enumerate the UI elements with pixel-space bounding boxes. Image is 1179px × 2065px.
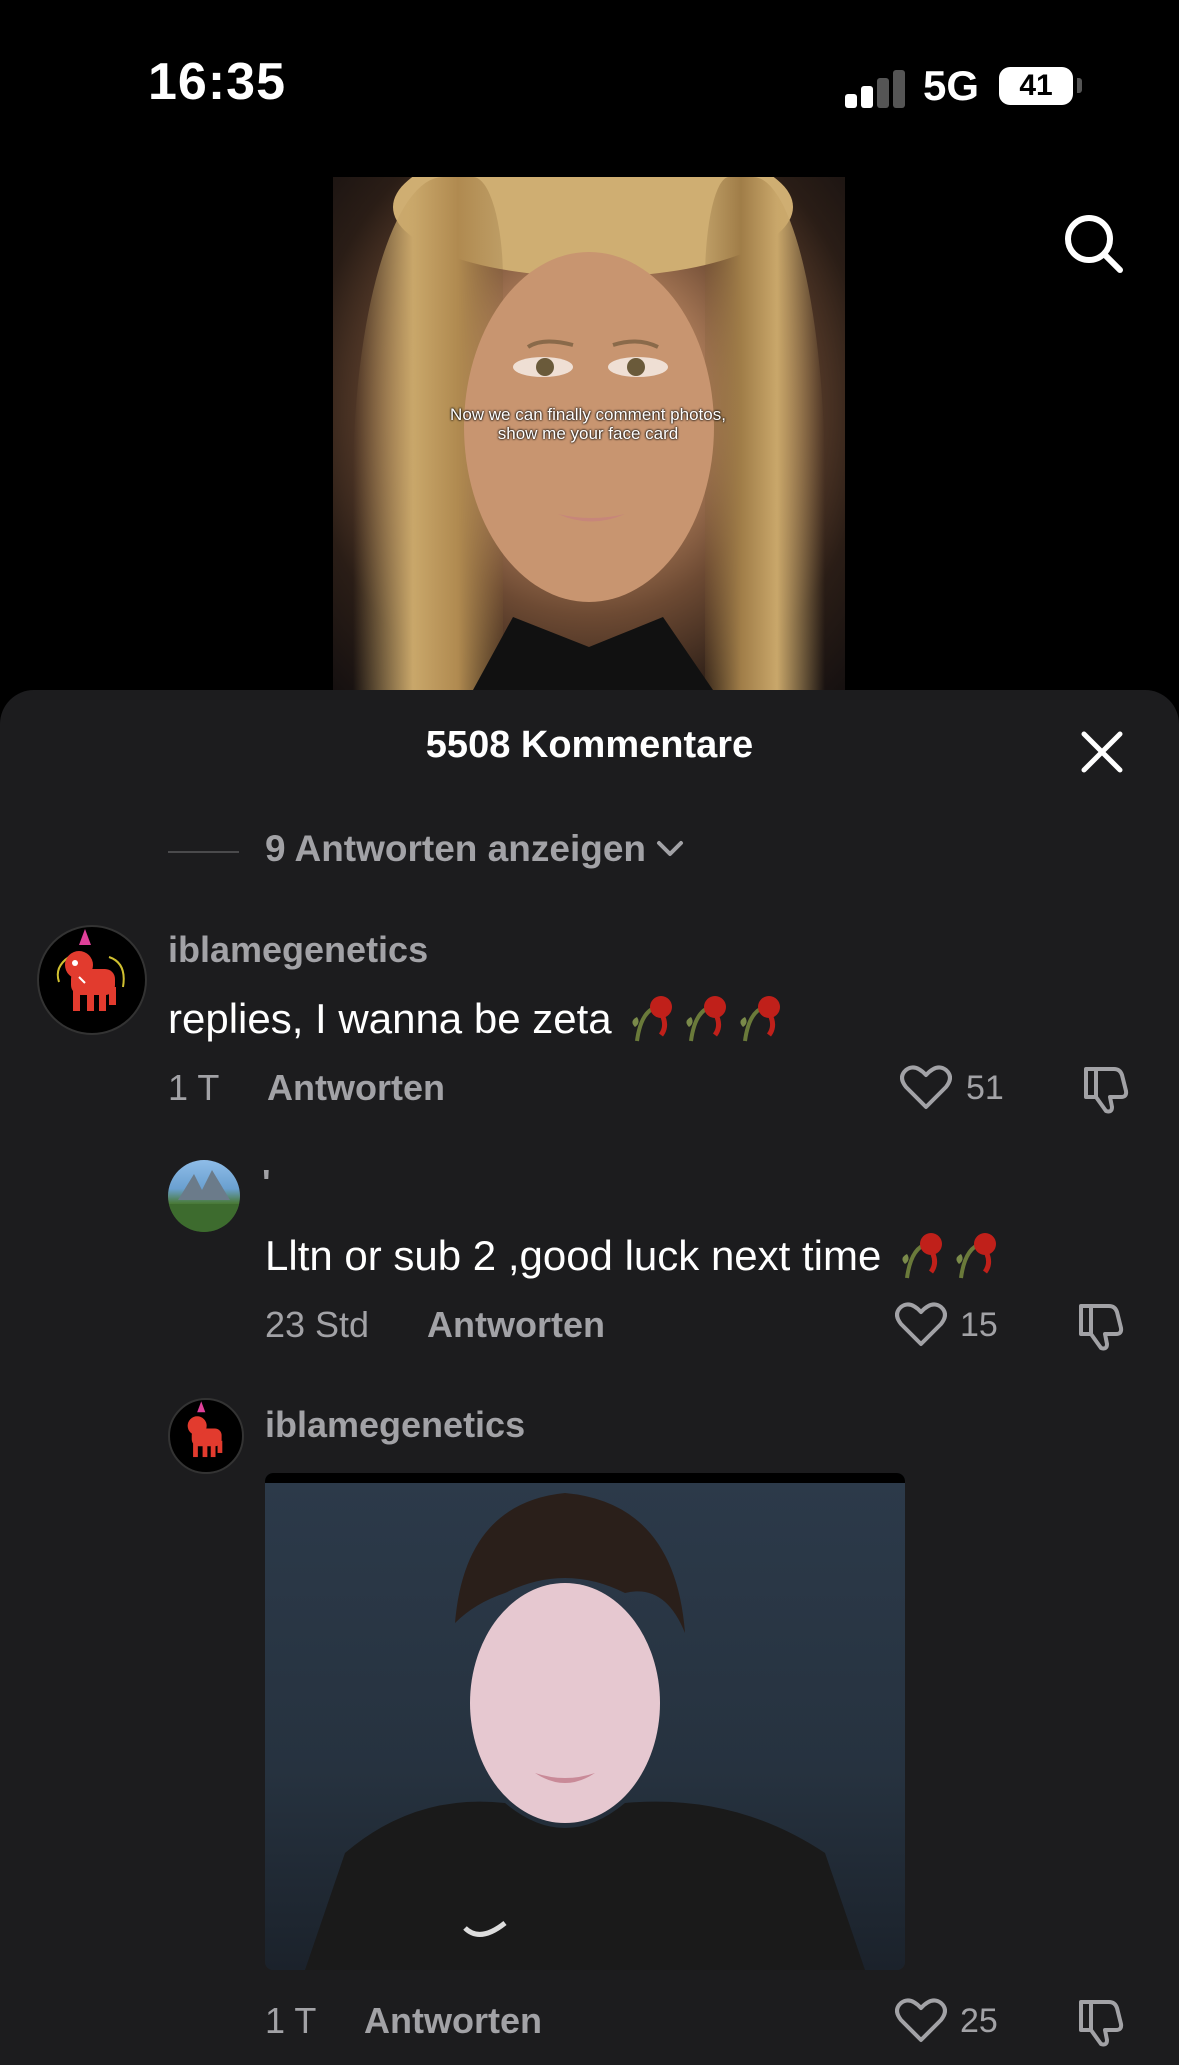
reply-button[interactable]: Antworten — [364, 2000, 542, 2042]
like-count: 51 — [966, 1069, 1004, 1107]
search-icon[interactable] — [1062, 212, 1126, 276]
comment-text-content: Lltn or sub 2 ,good luck next time — [265, 1232, 882, 1280]
signal-strength-icon — [845, 68, 905, 108]
comment-text: Lltn or sub 2 ,good luck next time — [265, 1228, 1001, 1290]
comments-count-title: 5508 Kommentare — [425, 724, 754, 766]
wilted-rose-emoji — [899, 1228, 947, 1290]
comment-username[interactable]: iblamegenetics — [168, 929, 428, 971]
network-type: 5G — [923, 62, 980, 109]
pony-avatar-icon — [56, 929, 125, 1011]
wilted-rose-emoji — [953, 1228, 1001, 1290]
pony-avatar-icon — [187, 1401, 223, 1458]
landscape-avatar-icon — [168, 1170, 240, 1232]
comment-username[interactable]: iblamegenetics — [265, 1404, 525, 1446]
video-preview[interactable]: Now we can finally comment photos, show … — [333, 177, 845, 690]
wilted-rose-emoji — [629, 991, 677, 1053]
wilted-rose-emoji — [737, 991, 785, 1053]
reply-button[interactable]: Antworten — [267, 1067, 445, 1109]
photo-illustration — [265, 1473, 905, 1970]
comment-time: 1 T — [265, 2000, 317, 2041]
video-caption: Now we can finally comment photos, show … — [450, 405, 726, 443]
reply-button[interactable]: Antworten — [427, 1304, 605, 1346]
heart-icon[interactable] — [900, 1063, 952, 1111]
battery-icon: 41 — [999, 67, 1073, 105]
battery-tip — [1077, 78, 1082, 93]
chevron-down-icon — [657, 841, 684, 856]
dislike-icon[interactable] — [1080, 1063, 1132, 1115]
avatar[interactable] — [37, 925, 147, 1035]
like-count: 25 — [960, 2002, 998, 2040]
comment-username[interactable]: ' — [262, 1162, 271, 1204]
heart-icon[interactable] — [895, 1300, 947, 1348]
status-time: 16:35 — [148, 53, 286, 111]
avatar[interactable] — [168, 1160, 240, 1232]
replies-divider — [168, 851, 239, 853]
heart-icon[interactable] — [895, 1996, 947, 2044]
wilted-rose-emoji — [683, 991, 731, 1053]
dislike-icon[interactable] — [1075, 1300, 1127, 1352]
close-icon[interactable] — [1080, 730, 1124, 774]
dislike-icon[interactable] — [1075, 1996, 1127, 2048]
comment-time: 1 T — [168, 1067, 220, 1108]
avatar[interactable] — [168, 1398, 244, 1474]
comment-text-content: replies, I wanna be zeta — [168, 995, 612, 1043]
view-replies-label: 9 Antworten anzeigen — [265, 828, 647, 869]
like-count: 15 — [960, 1306, 998, 1344]
view-replies-button[interactable]: 9 Antworten anzeigen — [265, 828, 684, 870]
comment-text: replies, I wanna be zeta — [168, 991, 785, 1053]
comment-photo-attachment[interactable] — [265, 1473, 905, 1970]
comment-time: 23 Std — [265, 1304, 370, 1345]
